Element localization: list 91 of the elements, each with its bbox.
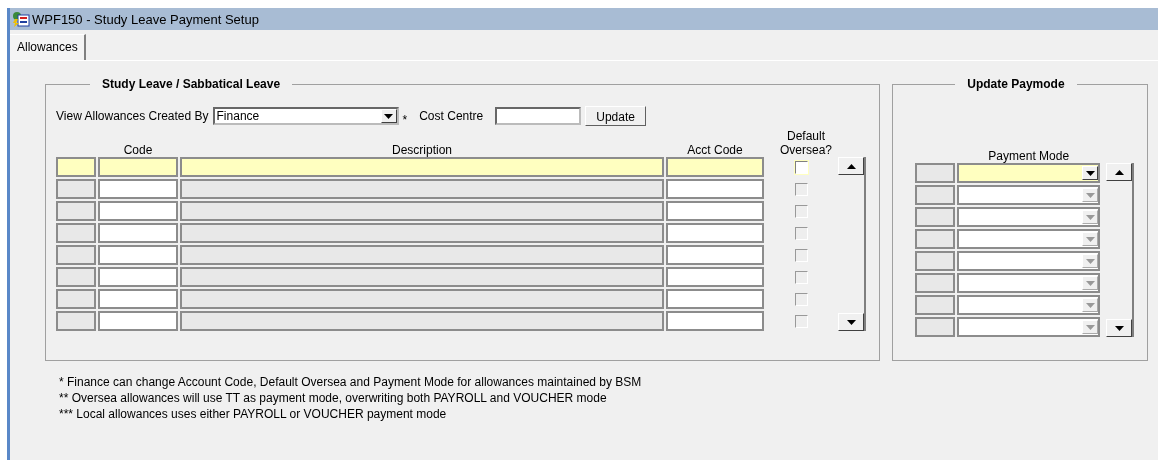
row-indicator[interactable]: [915, 251, 956, 271]
dropdown-arrow-icon: [1085, 258, 1095, 264]
scroll-up-icon: [1114, 169, 1124, 175]
acct-code-field[interactable]: [666, 157, 764, 177]
payment-mode-dropdown[interactable]: [957, 295, 1101, 315]
dropdown-arrow-icon: [384, 113, 394, 119]
footnote: *** Local allowances uses either PAYROLL or VOUCHER payment mode: [59, 407, 448, 421]
scroll-down-icon: [1114, 325, 1124, 331]
dropdown-arrow-icon: [1085, 214, 1095, 220]
code-field[interactable]: [98, 223, 178, 243]
row-indicator[interactable]: [56, 157, 96, 177]
scroll-up-icon: [846, 163, 856, 169]
payment-mode-dropdown[interactable]: [957, 251, 1101, 271]
payment-mode-dropdown[interactable]: [957, 273, 1101, 293]
description-field[interactable]: [180, 267, 664, 287]
payment-mode-dropdown[interactable]: [957, 163, 1101, 183]
update-button[interactable]: Update: [585, 106, 646, 126]
dropdown-arrow-icon: [1085, 192, 1095, 198]
column-header: Code: [122, 143, 154, 157]
filter-label: View Allowances Created By: [56, 109, 209, 123]
row-indicator[interactable]: [56, 245, 96, 265]
oversea-checkbox[interactable]: [794, 270, 808, 284]
payment-mode-dropdown[interactable]: [957, 207, 1101, 227]
group-title: Update Paymode: [966, 77, 1066, 91]
dropdown-arrow-icon: [1085, 280, 1095, 286]
description-field[interactable]: [180, 289, 664, 309]
row-indicator[interactable]: [915, 295, 956, 315]
row-indicator[interactable]: [56, 311, 96, 331]
column-header: Description: [391, 143, 453, 157]
acct-code-field[interactable]: [666, 223, 764, 243]
column-header: Default: [787, 129, 825, 143]
oversea-checkbox[interactable]: [794, 204, 808, 218]
group-title: Study Leave / Sabbatical Leave: [101, 77, 282, 91]
oversea-checkbox[interactable]: [794, 182, 808, 196]
footnote: ** Oversea allowances will use TT as payment mode, overwriting both PAYROLL and VOUCHER mode: [59, 391, 608, 405]
cost-centre-field[interactable]: [495, 107, 582, 125]
scroll-down-icon: [846, 319, 856, 325]
acct-code-field[interactable]: [666, 267, 764, 287]
row-indicator[interactable]: [56, 179, 96, 199]
acct-code-field[interactable]: [666, 245, 764, 265]
row-indicator[interactable]: [915, 207, 956, 227]
oversea-checkbox[interactable]: [794, 160, 808, 174]
code-field[interactable]: [98, 311, 178, 331]
acct-code-field[interactable]: [666, 289, 764, 309]
description-field[interactable]: [180, 201, 664, 221]
code-field[interactable]: [98, 157, 178, 177]
acct-code-field[interactable]: [666, 311, 764, 331]
code-field[interactable]: [98, 201, 178, 221]
description-field[interactable]: [180, 245, 664, 265]
acct-code-field[interactable]: [666, 179, 764, 199]
scroll-bar[interactable]: [1106, 163, 1135, 337]
code-field[interactable]: [98, 289, 178, 309]
footnote: * Finance can change Account Code, Default Oversea and Payment Mode for allowances maintained by BSM: [59, 375, 643, 389]
payment-mode-dropdown[interactable]: [957, 185, 1101, 205]
code-field[interactable]: [98, 179, 178, 199]
row-indicator[interactable]: [915, 185, 956, 205]
code-field[interactable]: [98, 267, 178, 287]
row-indicator[interactable]: [915, 229, 956, 249]
required-mark: *: [402, 113, 408, 127]
description-field[interactable]: [180, 179, 664, 199]
column-header: Acct Code: [686, 143, 744, 157]
description-field[interactable]: [180, 157, 664, 177]
row-indicator[interactable]: [915, 163, 956, 183]
row-indicator[interactable]: [56, 201, 96, 221]
oversea-checkbox[interactable]: [794, 314, 808, 328]
tab[interactable]: Allowances: [10, 34, 86, 60]
acct-code-field[interactable]: [666, 201, 764, 221]
dropdown-arrow-icon: [1085, 302, 1095, 308]
scroll-bar[interactable]: [838, 157, 866, 331]
payment-mode-dropdown[interactable]: [957, 229, 1101, 249]
payment-mode-dropdown[interactable]: [957, 317, 1101, 337]
column-header: Oversea?: [780, 143, 832, 157]
oversea-checkbox[interactable]: [794, 248, 808, 262]
row-indicator[interactable]: [915, 317, 956, 337]
row-indicator[interactable]: [56, 267, 96, 287]
description-field[interactable]: [180, 311, 664, 331]
oversea-checkbox[interactable]: [794, 292, 808, 306]
row-indicator[interactable]: [56, 223, 96, 243]
form-icon: [12, 11, 30, 27]
dropdown-arrow-icon: [1085, 324, 1095, 330]
dropdown-arrow-icon: [1085, 170, 1095, 176]
column-header: Payment Mode: [988, 149, 1070, 163]
description-field[interactable]: [180, 223, 664, 243]
cost-centre-label: Cost Centre: [419, 109, 484, 123]
row-indicator[interactable]: [56, 289, 96, 309]
dropdown-arrow-icon: [1085, 236, 1095, 242]
created-by-dropdown[interactable]: Finance: [212, 107, 399, 125]
oversea-checkbox[interactable]: [794, 226, 808, 240]
code-field[interactable]: [98, 245, 178, 265]
row-indicator[interactable]: [915, 273, 956, 293]
window-title: WPF150 - Study Leave Payment Setup: [32, 11, 259, 27]
